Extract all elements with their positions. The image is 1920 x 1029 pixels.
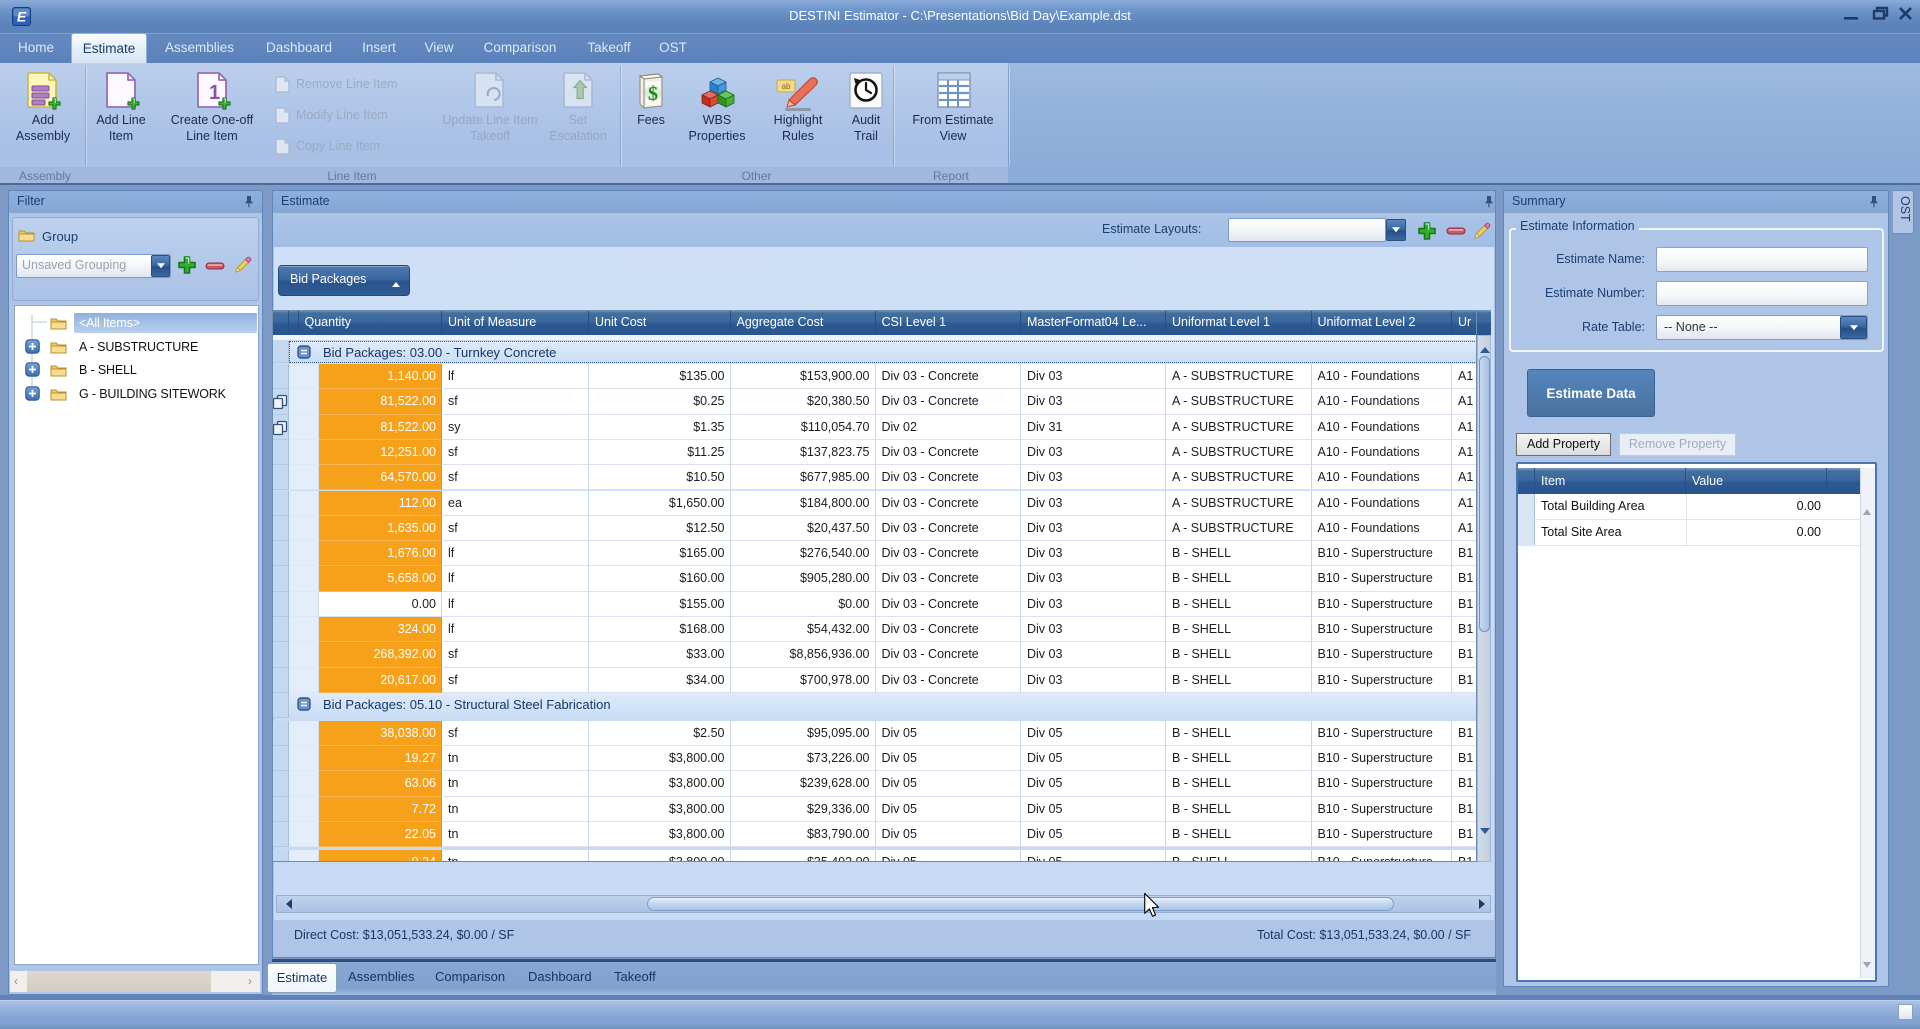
svg-text:$: $ bbox=[648, 83, 658, 105]
svg-text:ab: ab bbox=[782, 82, 791, 91]
